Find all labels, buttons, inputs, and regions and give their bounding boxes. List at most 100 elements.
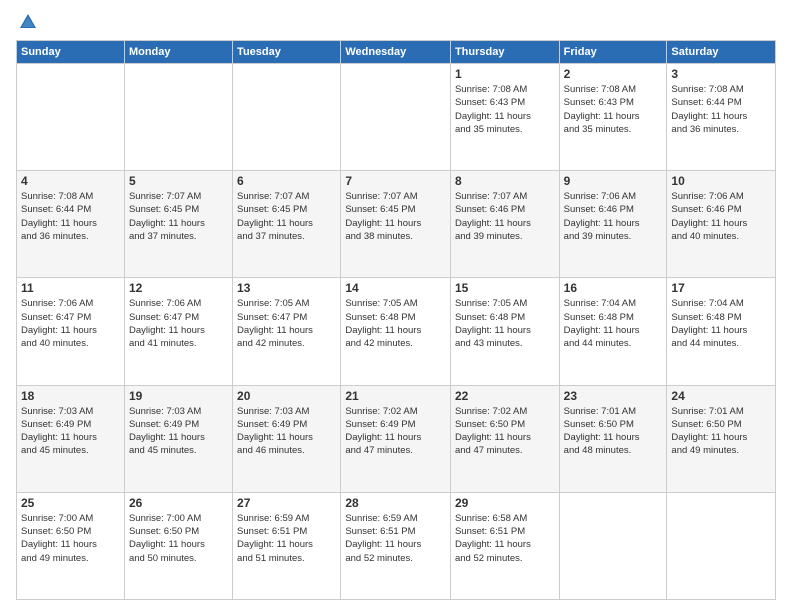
calendar-cell: 1 Sunrise: 7:08 AM Sunset: 6:43 PM Daylig… — [450, 64, 559, 171]
calendar-cell: 11Sunrise: 7:06 AM Sunset: 6:47 PM Dayli… — [17, 278, 125, 385]
day-number: 1 — [455, 67, 555, 81]
day-number: 29 — [455, 496, 555, 510]
day-number: 21 — [345, 389, 446, 403]
day-info: Sunrise: 6:59 AM Sunset: 6:51 PM Dayligh… — [237, 512, 336, 565]
day-info: Sunrise: 7:03 AM Sunset: 6:49 PM Dayligh… — [129, 405, 228, 458]
day-info: Sunrise: 7:07 AM Sunset: 6:46 PM Dayligh… — [455, 190, 555, 243]
calendar-cell — [667, 492, 776, 599]
calendar-cell: 9 Sunrise: 7:06 AM Sunset: 6:46 PM Daylig… — [559, 171, 667, 278]
calendar-cell — [124, 64, 232, 171]
calendar-cell — [341, 64, 451, 171]
calendar-week-row: 18 Sunrise: 7:03 AM Sunset: 6:49 PM Dayli… — [17, 385, 776, 492]
day-info: Sunrise: 7:06 AM Sunset: 6:46 PM Dayligh… — [564, 190, 663, 243]
day-number: 4 — [21, 174, 120, 188]
calendar-cell: 7Sunrise: 7:07 AM Sunset: 6:45 PM Daylig… — [341, 171, 451, 278]
day-number: 5 — [129, 174, 228, 188]
calendar-cell — [17, 64, 125, 171]
day-number: 9 — [564, 174, 663, 188]
day-number: 22 — [455, 389, 555, 403]
day-number: 10 — [671, 174, 771, 188]
weekday-header-row: SundayMondayTuesdayWednesdayThursdayFrid… — [17, 41, 776, 64]
calendar-cell: 3 Sunrise: 7:08 AM Sunset: 6:44 PM Daylig… — [667, 64, 776, 171]
day-info: Sunrise: 7:06 AM Sunset: 6:47 PM Dayligh… — [129, 297, 228, 350]
calendar-cell: 8Sunrise: 7:07 AM Sunset: 6:46 PM Daylig… — [450, 171, 559, 278]
day-number: 2 — [564, 67, 663, 81]
day-number: 27 — [237, 496, 336, 510]
calendar-cell: 17 Sunrise: 7:04 AM Sunset: 6:48 PM Dayli… — [667, 278, 776, 385]
calendar-cell: 25 Sunrise: 7:00 AM Sunset: 6:50 PM Dayli… — [17, 492, 125, 599]
day-info: Sunrise: 7:03 AM Sunset: 6:49 PM Dayligh… — [21, 405, 120, 458]
weekday-header-monday: Monday — [124, 41, 232, 64]
day-info: Sunrise: 7:06 AM Sunset: 6:46 PM Dayligh… — [671, 190, 771, 243]
weekday-header-sunday: Sunday — [17, 41, 125, 64]
day-number: 17 — [671, 281, 771, 295]
day-number: 26 — [129, 496, 228, 510]
day-info: Sunrise: 6:59 AM Sunset: 6:51 PM Dayligh… — [345, 512, 446, 565]
day-info: Sunrise: 7:08 AM Sunset: 6:43 PM Dayligh… — [455, 83, 555, 136]
header — [16, 12, 776, 32]
day-info: Sunrise: 7:08 AM Sunset: 6:44 PM Dayligh… — [21, 190, 120, 243]
day-number: 12 — [129, 281, 228, 295]
day-info: Sunrise: 7:01 AM Sunset: 6:50 PM Dayligh… — [671, 405, 771, 458]
day-info: Sunrise: 7:01 AM Sunset: 6:50 PM Dayligh… — [564, 405, 663, 458]
calendar-cell: 18 Sunrise: 7:03 AM Sunset: 6:49 PM Dayli… — [17, 385, 125, 492]
weekday-header-wednesday: Wednesday — [341, 41, 451, 64]
calendar-cell: 16 Sunrise: 7:04 AM Sunset: 6:48 PM Dayli… — [559, 278, 667, 385]
day-info: Sunrise: 6:58 AM Sunset: 6:51 PM Dayligh… — [455, 512, 555, 565]
day-info: Sunrise: 7:07 AM Sunset: 6:45 PM Dayligh… — [129, 190, 228, 243]
weekday-header-friday: Friday — [559, 41, 667, 64]
page: SundayMondayTuesdayWednesdayThursdayFrid… — [0, 0, 792, 612]
calendar-cell: 19Sunrise: 7:03 AM Sunset: 6:49 PM Dayli… — [124, 385, 232, 492]
day-info: Sunrise: 7:00 AM Sunset: 6:50 PM Dayligh… — [129, 512, 228, 565]
calendar-cell: 14Sunrise: 7:05 AM Sunset: 6:48 PM Dayli… — [341, 278, 451, 385]
day-info: Sunrise: 7:04 AM Sunset: 6:48 PM Dayligh… — [564, 297, 663, 350]
calendar-cell: 2 Sunrise: 7:08 AM Sunset: 6:43 PM Daylig… — [559, 64, 667, 171]
calendar-cell: 23 Sunrise: 7:01 AM Sunset: 6:50 PM Dayli… — [559, 385, 667, 492]
calendar-cell: 26 Sunrise: 7:00 AM Sunset: 6:50 PM Dayli… — [124, 492, 232, 599]
day-info: Sunrise: 7:08 AM Sunset: 6:43 PM Dayligh… — [564, 83, 663, 136]
calendar-week-row: 1 Sunrise: 7:08 AM Sunset: 6:43 PM Daylig… — [17, 64, 776, 171]
day-number: 25 — [21, 496, 120, 510]
day-number: 18 — [21, 389, 120, 403]
day-number: 15 — [455, 281, 555, 295]
calendar-cell: 24 Sunrise: 7:01 AM Sunset: 6:50 PM Dayli… — [667, 385, 776, 492]
day-info: Sunrise: 7:02 AM Sunset: 6:49 PM Dayligh… — [345, 405, 446, 458]
calendar-cell: 21 Sunrise: 7:02 AM Sunset: 6:49 PM Dayli… — [341, 385, 451, 492]
day-info: Sunrise: 7:06 AM Sunset: 6:47 PM Dayligh… — [21, 297, 120, 350]
calendar-cell: 13Sunrise: 7:05 AM Sunset: 6:47 PM Dayli… — [233, 278, 341, 385]
calendar-cell: 20 Sunrise: 7:03 AM Sunset: 6:49 PM Dayli… — [233, 385, 341, 492]
day-info: Sunrise: 7:03 AM Sunset: 6:49 PM Dayligh… — [237, 405, 336, 458]
day-info: Sunrise: 7:02 AM Sunset: 6:50 PM Dayligh… — [455, 405, 555, 458]
calendar-cell: 10 Sunrise: 7:06 AM Sunset: 6:46 PM Dayli… — [667, 171, 776, 278]
day-number: 23 — [564, 389, 663, 403]
day-info: Sunrise: 7:05 AM Sunset: 6:48 PM Dayligh… — [345, 297, 446, 350]
calendar-table: SundayMondayTuesdayWednesdayThursdayFrid… — [16, 40, 776, 600]
day-number: 24 — [671, 389, 771, 403]
calendar-cell — [233, 64, 341, 171]
calendar-cell: 5 Sunrise: 7:07 AM Sunset: 6:45 PM Daylig… — [124, 171, 232, 278]
day-number: 16 — [564, 281, 663, 295]
weekday-header-thursday: Thursday — [450, 41, 559, 64]
day-number: 3 — [671, 67, 771, 81]
calendar-cell: 27 Sunrise: 6:59 AM Sunset: 6:51 PM Dayli… — [233, 492, 341, 599]
logo-icon — [18, 12, 38, 32]
weekday-header-tuesday: Tuesday — [233, 41, 341, 64]
day-number: 28 — [345, 496, 446, 510]
calendar-cell: 29 Sunrise: 6:58 AM Sunset: 6:51 PM Dayli… — [450, 492, 559, 599]
calendar-week-row: 25 Sunrise: 7:00 AM Sunset: 6:50 PM Dayli… — [17, 492, 776, 599]
calendar-cell: 12 Sunrise: 7:06 AM Sunset: 6:47 PM Dayli… — [124, 278, 232, 385]
calendar-cell: 22 Sunrise: 7:02 AM Sunset: 6:50 PM Dayli… — [450, 385, 559, 492]
calendar-cell: 15Sunrise: 7:05 AM Sunset: 6:48 PM Dayli… — [450, 278, 559, 385]
calendar-week-row: 4 Sunrise: 7:08 AM Sunset: 6:44 PM Daylig… — [17, 171, 776, 278]
day-info: Sunrise: 7:07 AM Sunset: 6:45 PM Dayligh… — [345, 190, 446, 243]
day-number: 20 — [237, 389, 336, 403]
day-info: Sunrise: 7:04 AM Sunset: 6:48 PM Dayligh… — [671, 297, 771, 350]
weekday-header-saturday: Saturday — [667, 41, 776, 64]
day-info: Sunrise: 7:00 AM Sunset: 6:50 PM Dayligh… — [21, 512, 120, 565]
day-info: Sunrise: 7:07 AM Sunset: 6:45 PM Dayligh… — [237, 190, 336, 243]
day-number: 13 — [237, 281, 336, 295]
calendar-cell — [559, 492, 667, 599]
day-number: 6 — [237, 174, 336, 188]
day-info: Sunrise: 7:08 AM Sunset: 6:44 PM Dayligh… — [671, 83, 771, 136]
calendar-week-row: 11Sunrise: 7:06 AM Sunset: 6:47 PM Dayli… — [17, 278, 776, 385]
